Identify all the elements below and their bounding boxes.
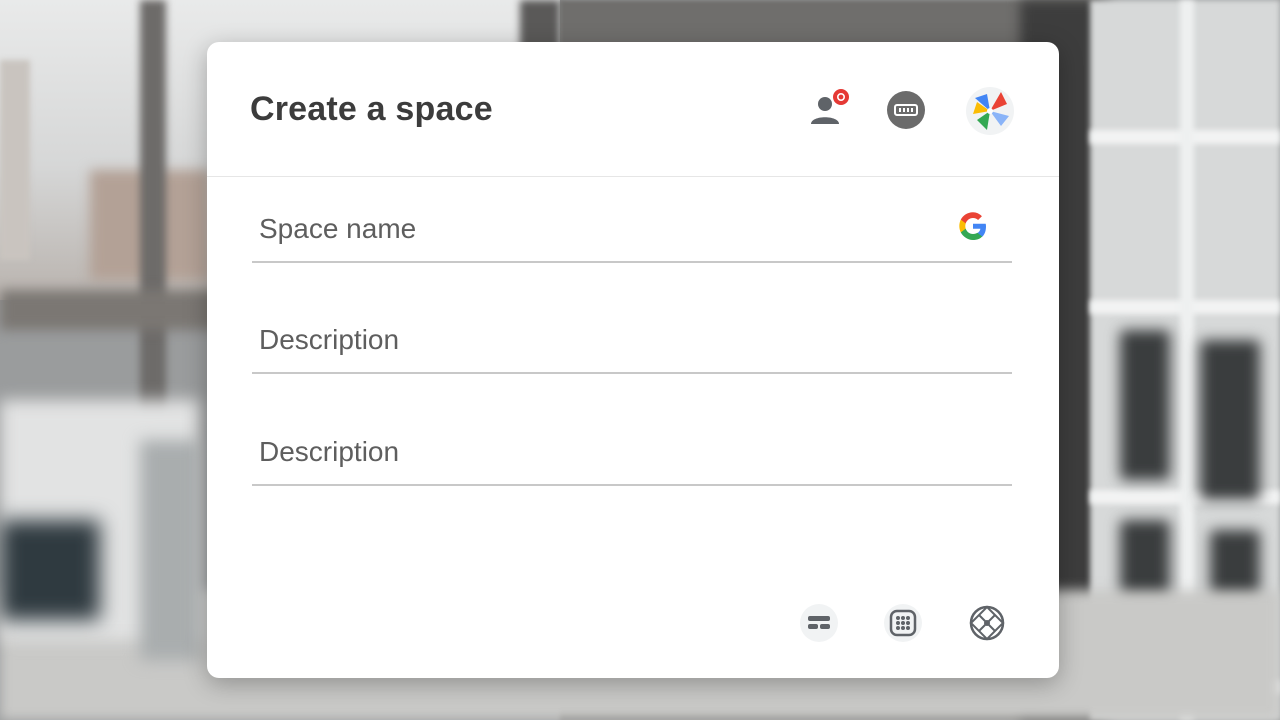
app-launcher-button[interactable] [965, 86, 1015, 136]
space-name-field[interactable]: Space name [252, 177, 1012, 263]
globe-button[interactable] [967, 603, 1007, 643]
grid-icon [884, 604, 922, 642]
format-icon [800, 604, 838, 642]
format-button[interactable] [799, 603, 839, 643]
grid-button[interactable] [883, 603, 923, 643]
dialog-header: Create a space [207, 42, 1059, 177]
keyboard-button[interactable] [884, 88, 928, 132]
description-field[interactable]: Description [252, 288, 1012, 374]
add-person-icon [811, 89, 849, 124]
pinwheel-app-icon [966, 87, 1014, 135]
google-g-icon [959, 212, 986, 240]
description-field-2[interactable]: Description [252, 400, 1012, 486]
keyboard-icon [887, 91, 925, 129]
dialog-title: Create a space [250, 90, 493, 128]
globe-icon [969, 605, 1005, 641]
create-space-dialog: Create a space Space name Description De… [207, 42, 1059, 678]
add-person-button[interactable] [805, 88, 849, 132]
